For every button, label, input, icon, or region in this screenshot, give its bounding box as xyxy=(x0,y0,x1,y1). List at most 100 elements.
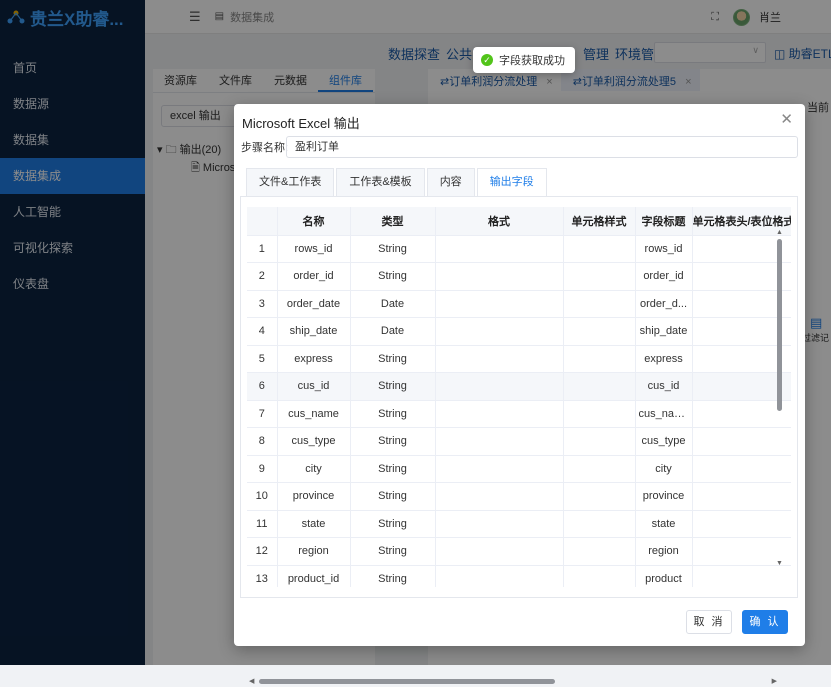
table-row[interactable]: 4 ship_date Date ship_date xyxy=(247,317,791,346)
table-cell[interactable]: state xyxy=(635,510,693,538)
step-name-input[interactable]: 盈利订单 xyxy=(286,136,798,158)
table-cell[interactable]: String xyxy=(350,427,436,456)
table-cell[interactable] xyxy=(435,290,564,318)
table-cell[interactable]: cus_id xyxy=(277,372,351,401)
table-cell[interactable]: cus_type xyxy=(277,427,351,456)
cancel-button[interactable]: 取 消 xyxy=(686,610,732,634)
table-cell[interactable] xyxy=(563,290,636,318)
column-header: 名称 xyxy=(277,207,351,236)
table-row[interactable]: 12 region String region xyxy=(247,537,791,566)
table-cell[interactable]: order_d... xyxy=(635,290,693,318)
table-cell[interactable]: cus_type xyxy=(635,427,693,456)
table-cell[interactable]: cus_name xyxy=(635,400,693,428)
vertical-scroll-thumb[interactable] xyxy=(777,239,782,411)
table-row[interactable]: 8 cus_type String cus_type xyxy=(247,427,791,456)
table-cell[interactable]: String xyxy=(350,372,436,401)
table-cell[interactable]: order_id xyxy=(277,262,351,291)
horizontal-scrollbar[interactable]: ◀ ▶ xyxy=(247,677,777,687)
table-cell[interactable]: rows_id xyxy=(635,235,693,263)
table-cell[interactable] xyxy=(435,537,564,566)
table-row[interactable]: 11 state String state xyxy=(247,510,791,538)
confirm-button[interactable]: 确 认 xyxy=(742,610,788,634)
dialog-tab-0[interactable]: 文件&工作表 xyxy=(246,168,335,196)
table-cell[interactable] xyxy=(563,482,636,511)
table-cell[interactable]: province xyxy=(635,482,693,511)
table-cell[interactable] xyxy=(563,400,636,428)
table-cell[interactable] xyxy=(435,235,564,263)
scroll-up-icon[interactable]: ▲ xyxy=(776,229,783,236)
table-cell[interactable] xyxy=(692,565,791,587)
table-cell[interactable] xyxy=(435,482,564,511)
table-cell[interactable] xyxy=(435,427,564,456)
table-cell[interactable] xyxy=(435,565,564,587)
table-cell[interactable]: city xyxy=(635,455,693,483)
scroll-right-icon[interactable]: ▶ xyxy=(772,677,777,685)
table-cell[interactable]: order_id xyxy=(635,262,693,291)
dialog-tab-3[interactable]: 输出字段 xyxy=(476,168,547,196)
scroll-down-icon[interactable]: ▼ xyxy=(776,560,783,567)
table-cell[interactable] xyxy=(563,317,636,346)
table-cell[interactable]: String xyxy=(350,537,436,566)
table-cell[interactable]: ship_date xyxy=(635,317,693,346)
table-cell[interactable]: String xyxy=(350,455,436,483)
scroll-left-icon[interactable]: ◀ xyxy=(249,677,254,685)
table-cell[interactable]: ship_date xyxy=(277,317,351,346)
table-cell[interactable] xyxy=(563,262,636,291)
table-cell[interactable]: String xyxy=(350,345,436,373)
table-cell[interactable] xyxy=(563,510,636,538)
table-cell[interactable] xyxy=(563,537,636,566)
table-row[interactable]: 9 city String city xyxy=(247,455,791,483)
table-cell[interactable]: order_date xyxy=(277,290,351,318)
table-cell[interactable] xyxy=(435,510,564,538)
table-cell[interactable] xyxy=(435,317,564,346)
table-cell[interactable]: String xyxy=(350,565,436,587)
table-cell[interactable] xyxy=(563,427,636,456)
table-cell[interactable]: city xyxy=(277,455,351,483)
table-cell[interactable]: product_id xyxy=(277,565,351,587)
table-cell[interactable] xyxy=(563,565,636,587)
table-row[interactable]: 7 cus_name String cus_name xyxy=(247,400,791,428)
table-row[interactable]: 10 province String province xyxy=(247,482,791,511)
table-row[interactable]: 5 express String express xyxy=(247,345,791,373)
table-cell[interactable]: product xyxy=(635,565,693,587)
table-cell[interactable]: express xyxy=(277,345,351,373)
table-cell[interactable]: cus_id xyxy=(635,372,693,401)
table-cell[interactable]: region xyxy=(277,537,351,566)
table-cell[interactable] xyxy=(435,372,564,401)
table-cell: 1 xyxy=(247,235,278,263)
table-cell[interactable] xyxy=(563,345,636,373)
table-cell[interactable] xyxy=(435,262,564,291)
close-icon[interactable]: ✕ xyxy=(780,112,793,127)
column-header: 单元格样式 xyxy=(563,207,636,236)
table-cell[interactable] xyxy=(435,345,564,373)
table-cell: 2 xyxy=(247,262,278,291)
horizontal-scroll-thumb[interactable] xyxy=(259,679,555,684)
table-row[interactable]: 2 order_id String order_id xyxy=(247,262,791,291)
table-cell[interactable] xyxy=(563,235,636,263)
table-row[interactable]: 1 rows_id String rows_id xyxy=(247,235,791,263)
table-cell[interactable] xyxy=(563,455,636,483)
excel-output-dialog: Microsoft Excel 输出 ✕ 步骤名称: 盈利订单 文件&工作表 工作… xyxy=(234,104,805,685)
table-cell[interactable]: province xyxy=(277,482,351,511)
table-cell[interactable]: region xyxy=(635,537,693,566)
dialog-tab-1[interactable]: 工作表&模板 xyxy=(336,168,425,196)
table-cell[interactable]: state xyxy=(277,510,351,538)
table-row[interactable]: 3 order_date Date order_d... xyxy=(247,290,791,318)
table-cell[interactable]: String xyxy=(350,262,436,291)
table-cell[interactable] xyxy=(563,372,636,401)
table-cell[interactable]: String xyxy=(350,235,436,263)
table-cell[interactable]: express xyxy=(635,345,693,373)
table-row[interactable]: 6 cus_id String cus_id xyxy=(247,372,791,401)
table-cell[interactable] xyxy=(435,400,564,428)
vertical-scrollbar[interactable]: ▲ ▼ xyxy=(775,229,783,567)
table-cell[interactable]: String xyxy=(350,482,436,511)
table-cell[interactable]: rows_id xyxy=(277,235,351,263)
table-cell[interactable]: String xyxy=(350,510,436,538)
table-cell[interactable]: Date xyxy=(350,317,436,346)
table-row[interactable]: 13 product_id String product xyxy=(247,565,791,587)
table-cell[interactable]: String xyxy=(350,400,436,428)
table-cell[interactable] xyxy=(435,455,564,483)
table-cell[interactable]: cus_name xyxy=(277,400,351,428)
table-cell[interactable]: Date xyxy=(350,290,436,318)
dialog-tab-2[interactable]: 内容 xyxy=(426,168,475,196)
